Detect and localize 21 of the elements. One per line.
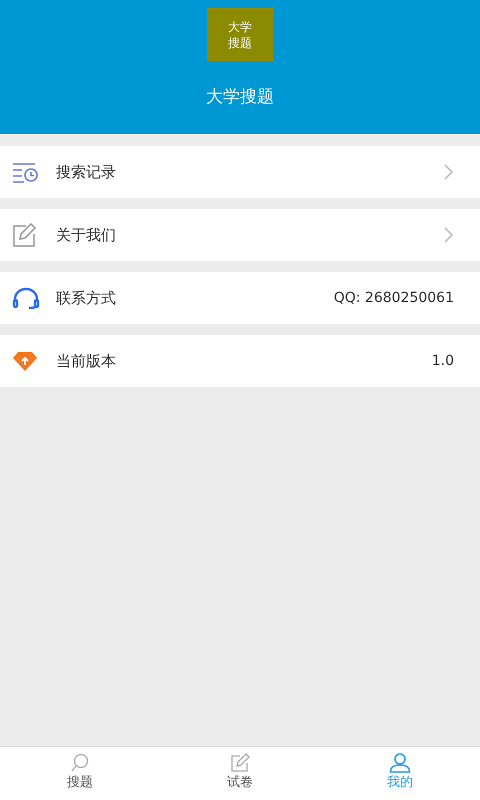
diamond-icon — [12, 350, 38, 372]
search-icon — [70, 753, 90, 773]
menu-label: 当前版本 — [56, 350, 117, 372]
edit-icon — [12, 223, 38, 247]
menu-value: QQ: 2680250061 — [334, 288, 454, 308]
tab-button[interactable]: 搜题 — [0, 747, 160, 800]
chevron-icon — [444, 164, 454, 180]
edit-icon — [230, 753, 250, 773]
history-icon — [12, 161, 40, 183]
user-icon — [389, 753, 411, 773]
menu-label: 关于我们 — [56, 224, 117, 246]
tab-button[interactable]: 试卷 — [160, 747, 320, 800]
menu-item[interactable]: 关于我们 — [0, 209, 480, 261]
menu-label: 搜索记录 — [56, 162, 117, 183]
headset-icon — [12, 287, 40, 309]
menu-item[interactable]: 搜索记录 — [0, 146, 480, 198]
menu-label: 联系方式 — [56, 288, 117, 309]
app-logo: 大学搜题 — [228, 18, 252, 50]
menu-value: 1.0 — [432, 352, 454, 370]
app-title: 大学搜题 — [206, 86, 274, 109]
chevron-icon — [444, 227, 454, 243]
